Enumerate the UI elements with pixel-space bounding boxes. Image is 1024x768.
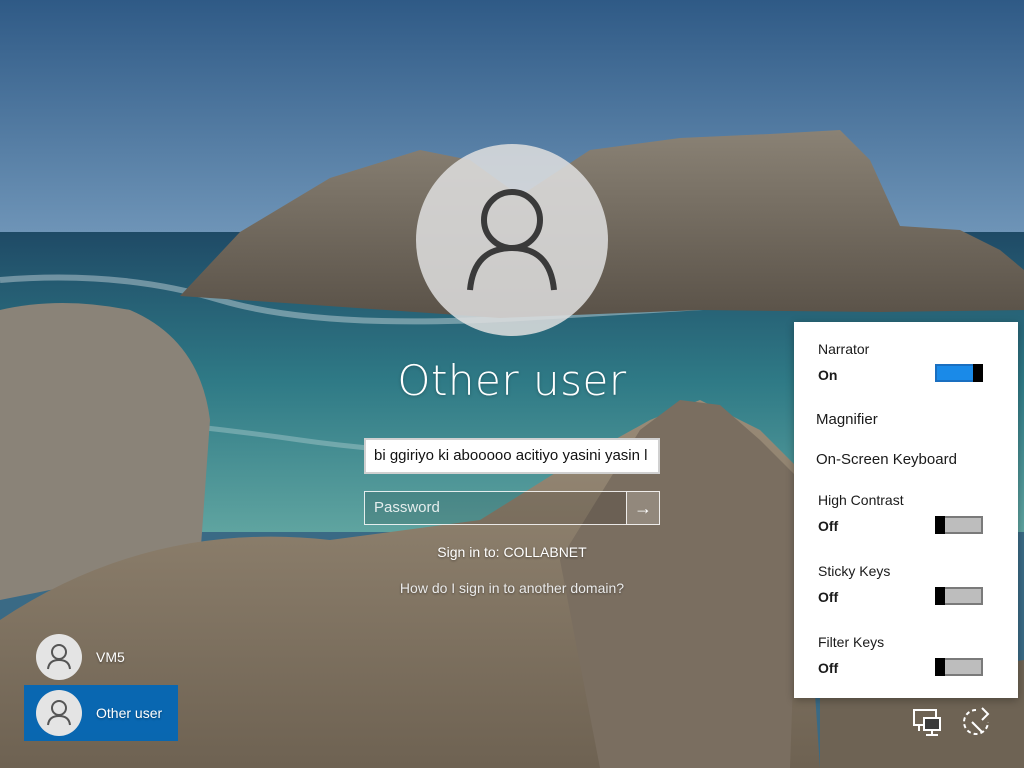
filter-keys-state: Off bbox=[818, 660, 839, 676]
user-avatar-large bbox=[416, 144, 608, 336]
arrow-right-icon: → bbox=[634, 498, 652, 518]
user-tile-label: Other user bbox=[96, 705, 163, 721]
person-icon bbox=[47, 700, 71, 726]
toggle-knob bbox=[935, 658, 945, 676]
ease-of-access-panel: Narrator On Magnifier On-Screen Keyboard… bbox=[794, 322, 1018, 698]
user-tile-label: VM5 bbox=[96, 649, 125, 665]
network-icon bbox=[913, 709, 941, 736]
person-icon bbox=[467, 189, 557, 291]
sticky-keys-toggle[interactable] bbox=[935, 587, 983, 605]
onscreen-keyboard-item[interactable]: On-Screen Keyboard bbox=[816, 451, 957, 468]
high-contrast-label: High Contrast bbox=[818, 492, 904, 508]
username-input[interactable]: bi ggiriyo ki abooooo acitiyo yasini yas… bbox=[364, 438, 660, 474]
sticky-keys-label: Sticky Keys bbox=[818, 563, 891, 579]
password-input[interactable]: Password bbox=[364, 491, 626, 525]
user-tile-other-user[interactable]: Other user bbox=[24, 685, 178, 741]
ease-of-access-button[interactable] bbox=[958, 704, 994, 740]
ease-of-access-icon bbox=[963, 707, 990, 735]
toggle-knob bbox=[935, 516, 945, 534]
narrator-state: On bbox=[818, 367, 838, 383]
user-tile-vm5[interactable]: VM5 bbox=[24, 629, 178, 685]
narrator-label: Narrator bbox=[818, 341, 870, 357]
high-contrast-state: Off bbox=[818, 518, 839, 534]
toggle-knob bbox=[973, 364, 983, 382]
magnifier-item[interactable]: Magnifier bbox=[816, 411, 878, 428]
password-row: Password → bbox=[364, 491, 660, 525]
high-contrast-toggle[interactable] bbox=[935, 516, 983, 534]
person-icon bbox=[47, 644, 71, 670]
submit-button[interactable]: → bbox=[626, 491, 660, 525]
avatar bbox=[36, 690, 82, 736]
network-button[interactable] bbox=[910, 704, 946, 740]
avatar bbox=[36, 634, 82, 680]
filter-keys-label: Filter Keys bbox=[818, 634, 885, 650]
toggle-knob bbox=[935, 587, 945, 605]
filter-keys-toggle[interactable] bbox=[935, 658, 983, 676]
narrator-toggle[interactable] bbox=[935, 364, 983, 382]
sticky-keys-state: Off bbox=[818, 589, 839, 605]
